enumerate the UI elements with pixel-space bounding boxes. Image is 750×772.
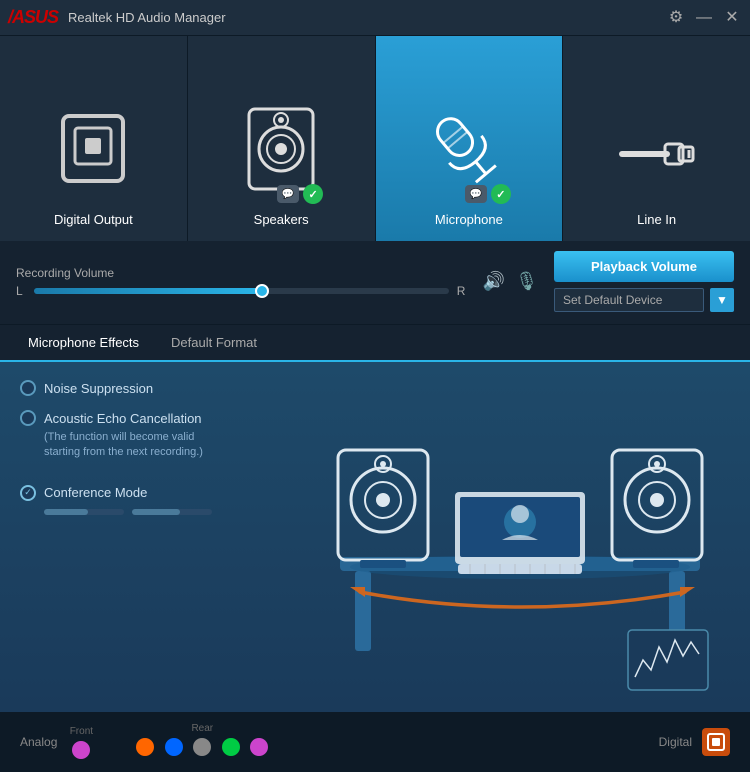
speakers-badges: 💬 ✓ <box>277 184 323 204</box>
conference-mode-header: Conference Mode <box>20 485 290 501</box>
vol-left-label: L <box>16 284 26 298</box>
noise-suppression-header: Noise Suppression <box>20 380 290 396</box>
rear-dot-4[interactable] <box>222 738 240 756</box>
microphone-mute-icon[interactable]: 🎙 <box>515 271 538 292</box>
digital-icon <box>702 728 730 756</box>
analog-rear-group: Rear <box>133 723 271 761</box>
app-title: Realtek HD Audio Manager <box>68 10 666 25</box>
chat-badge: 💬 <box>277 185 299 203</box>
bottom-bar: Analog Front Rear Digital <box>0 712 750 772</box>
device-tabs: Digital Output 💬 ✓ Speakers <box>0 36 750 241</box>
conference-illustration <box>310 372 730 712</box>
acoustic-echo-label: Acoustic Echo Cancellation <box>44 411 202 426</box>
acoustic-echo-sub: (The function will become validstarting … <box>44 430 290 461</box>
microphone-label: Microphone <box>435 212 503 227</box>
minimize-button[interactable]: — <box>694 10 714 26</box>
main-content-area: Noise Suppression Acoustic Echo Cancella… <box>0 362 750 712</box>
recording-volume-controls: Recording Volume L R <box>16 266 467 298</box>
volume-slider-fill <box>34 288 262 294</box>
digital-output-label: Digital Output <box>54 212 133 227</box>
digital-label: Digital <box>659 735 692 749</box>
rear-dot-3[interactable] <box>193 738 211 756</box>
window-controls: ⚙ — ✕ <box>666 10 742 26</box>
effects-panel: Noise Suppression Acoustic Echo Cancella… <box>0 362 310 712</box>
acoustic-echo-item: Acoustic Echo Cancellation (The function… <box>20 410 290 461</box>
speakers-icon: 💬 ✓ <box>231 96 331 206</box>
line-in-label: Line In <box>637 212 676 227</box>
line-in-icon <box>607 96 707 206</box>
volume-icons: 🔊 🎙 <box>483 271 538 292</box>
dropdown-arrow-icon[interactable]: ▼ <box>710 288 734 312</box>
volume-slider-thumb <box>255 284 269 298</box>
playback-volume-button[interactable]: Playback Volume <box>554 251 734 282</box>
rear-dot-2[interactable] <box>165 738 183 756</box>
effects-tabs-bar: Microphone Effects Default Format <box>0 325 750 362</box>
settings-icon[interactable]: ⚙ <box>666 10 686 26</box>
noise-suppression-label: Noise Suppression <box>44 381 153 396</box>
conference-mode-label: Conference Mode <box>44 485 147 500</box>
front-label: Front <box>70 726 93 737</box>
mic-check-badge: ✓ <box>491 184 511 204</box>
volume-section: Recording Volume L R 🔊 🎙 Playback Volume… <box>0 241 750 325</box>
volume-slider-row: L R <box>16 284 467 298</box>
check-badge: ✓ <box>303 184 323 204</box>
tab-default-format[interactable]: Default Format <box>155 325 273 362</box>
tab-line-in[interactable]: Line In <box>563 36 750 241</box>
microphone-icon: 💬 ✓ <box>419 96 519 206</box>
microphone-badges: 💬 ✓ <box>465 184 511 204</box>
acoustic-echo-checkbox[interactable] <box>20 410 36 426</box>
playback-column: Playback Volume Set Default Device ▼ <box>554 251 734 312</box>
analog-label: Analog <box>20 735 57 749</box>
conf-slider-1[interactable] <box>44 509 124 515</box>
default-device-row: Set Default Device ▼ <box>554 288 734 312</box>
recording-volume-label: Recording Volume <box>16 266 467 280</box>
volume-slider-track[interactable] <box>34 288 449 294</box>
tab-microphone[interactable]: 💬 ✓ Microphone <box>376 36 564 241</box>
vol-right-label: R <box>457 284 467 298</box>
conf-slider-2[interactable] <box>132 509 212 515</box>
conference-mode-item: Conference Mode <box>20 485 290 515</box>
tab-microphone-effects[interactable]: Microphone Effects <box>12 325 155 362</box>
conference-mode-checkbox[interactable] <box>20 485 36 501</box>
close-button[interactable]: ✕ <box>722 10 742 26</box>
noise-suppression-checkbox[interactable] <box>20 380 36 396</box>
title-bar: /ASUS Realtek HD Audio Manager ⚙ — ✕ <box>0 0 750 36</box>
conference-mode-sliders <box>44 509 290 515</box>
rear-label: Rear <box>191 723 213 734</box>
tab-speakers[interactable]: 💬 ✓ Speakers <box>188 36 376 241</box>
asus-logo: /ASUS <box>8 7 58 28</box>
tab-digital-output[interactable]: Digital Output <box>0 36 188 241</box>
digital-group: Digital <box>659 728 730 756</box>
rear-dot-5[interactable] <box>250 738 268 756</box>
mute-speaker-icon[interactable]: 🔊 <box>483 271 505 292</box>
rear-dot-1[interactable] <box>136 738 154 756</box>
mic-chat-badge: 💬 <box>465 185 487 203</box>
set-default-device-select[interactable]: Set Default Device <box>554 288 704 312</box>
slider-row-1 <box>44 509 290 515</box>
analog-front-group: Front <box>69 726 93 759</box>
noise-suppression-item: Noise Suppression <box>20 380 290 396</box>
speakers-label: Speakers <box>254 212 309 227</box>
acoustic-echo-header: Acoustic Echo Cancellation <box>20 410 290 426</box>
digital-output-icon <box>43 96 143 206</box>
